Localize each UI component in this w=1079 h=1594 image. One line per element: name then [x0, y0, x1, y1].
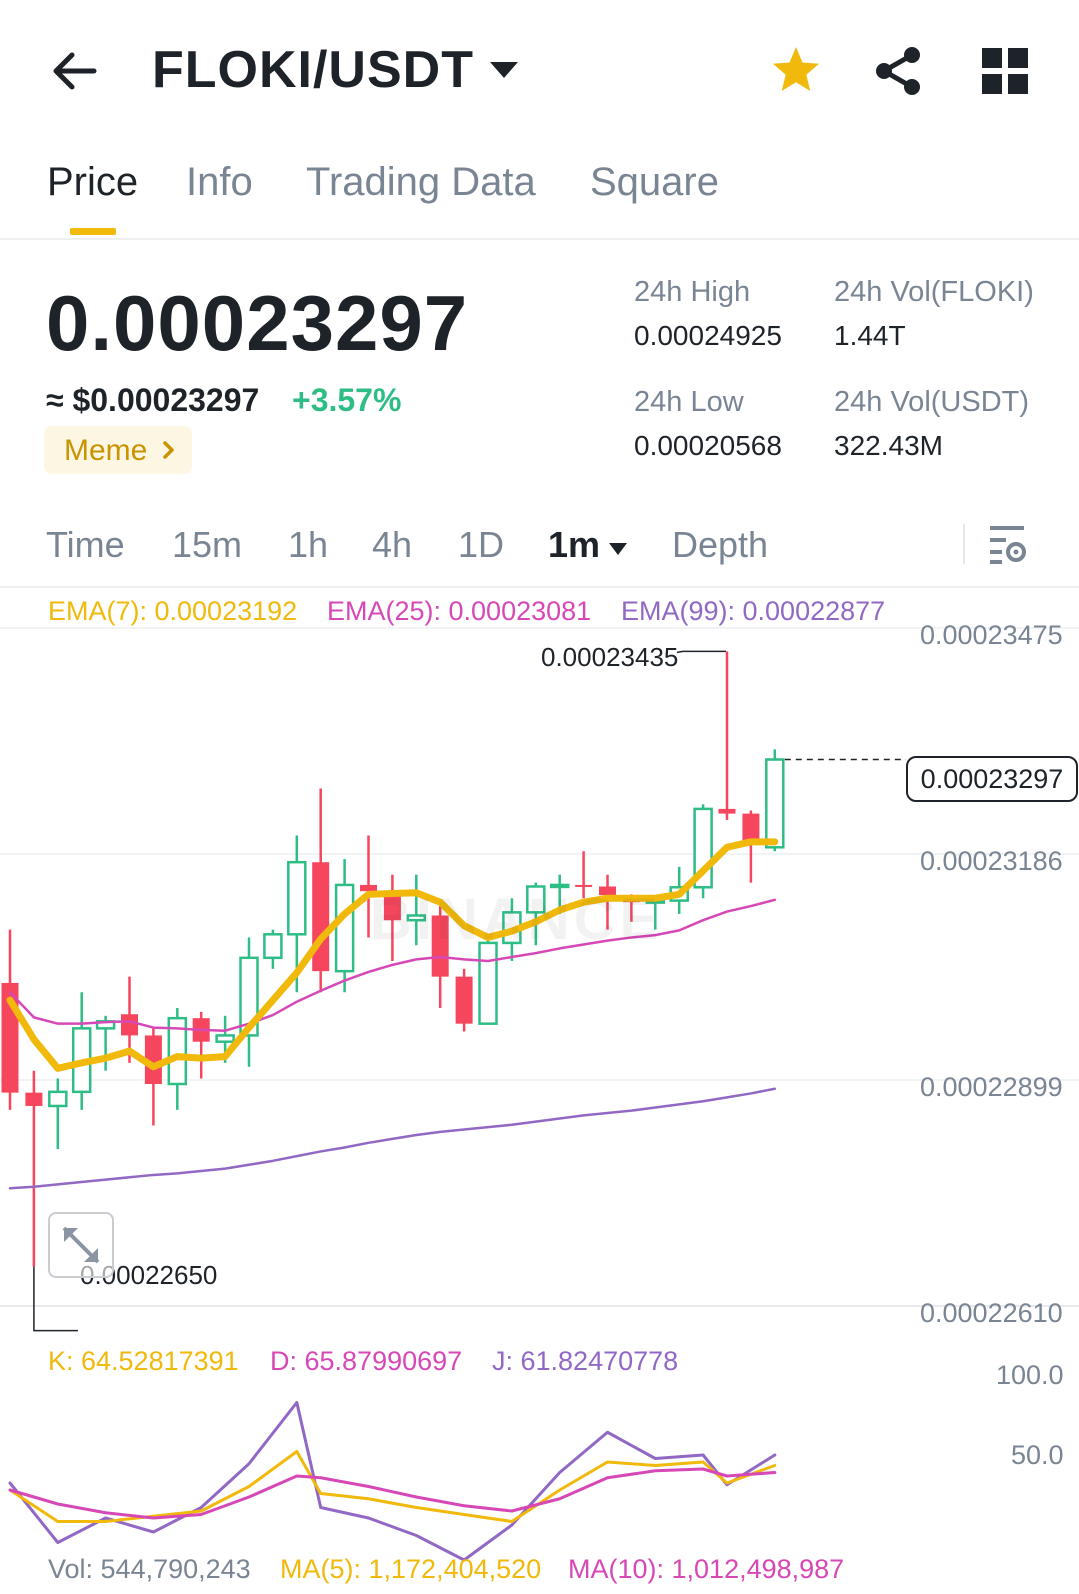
candle-body	[478, 941, 498, 1025]
candle-body	[334, 883, 355, 973]
interval-1m[interactable]: 1m	[548, 524, 600, 566]
vol-ma10-legend: MA(10): 1,012,498,987	[568, 1554, 845, 1584]
low-label: 24h Low	[634, 386, 744, 418]
y-tick-label: 0.00023186	[920, 846, 1063, 876]
candle-body	[263, 933, 283, 960]
divider	[963, 524, 965, 564]
kdj-j-legend: J: 61.82470778	[492, 1346, 679, 1376]
candle-body	[312, 862, 330, 972]
low-value: 0.00020568	[634, 430, 782, 461]
price-chart[interactable]: BINANCE EMA(7): 0.00023192 EMA(25): 0.00…	[0, 590, 1079, 1594]
tab-bar: Price Info Trading Data Square	[0, 150, 1079, 240]
candle-body	[718, 808, 736, 814]
kdj-k-line	[8, 1450, 777, 1523]
interval-4h[interactable]: 4h	[372, 524, 412, 566]
interval-1h[interactable]: 1h	[288, 524, 328, 566]
y-tick-label: 0.00023475	[920, 620, 1063, 650]
candle-body	[455, 976, 473, 1024]
tab-trading-data[interactable]: Trading Data	[306, 160, 536, 205]
ema7-legend: EMA(7): 0.00023192	[48, 596, 298, 626]
tab-square[interactable]: Square	[590, 160, 719, 205]
vol-base-label: 24h Vol(FLOKI)	[834, 276, 1034, 308]
vol-base-value: 1.44T	[834, 320, 906, 351]
caret-down-icon[interactable]	[608, 542, 628, 556]
interval-1d[interactable]: 1D	[458, 524, 504, 566]
kdj-d-legend: D: 65.87990697	[270, 1346, 463, 1376]
grid-icon[interactable]	[982, 48, 1028, 94]
price-change: +3.57%	[292, 382, 402, 418]
tab-price[interactable]: Price	[47, 160, 138, 205]
kdj-tick-label: 50.0	[1011, 1440, 1064, 1470]
vol-legend: Vol: 544,790,243	[48, 1554, 251, 1584]
interval-depth[interactable]: Depth	[672, 524, 768, 566]
kdj-j-line	[8, 1401, 777, 1562]
chart-watermark: BINANCE	[370, 887, 663, 952]
fullscreen-button[interactable]	[48, 1212, 114, 1278]
max-price-annotation: 0.00023435	[541, 642, 679, 672]
top-bar: FLOKI/USDT	[0, 0, 1079, 140]
expand-icon	[62, 1226, 100, 1264]
candle-body	[287, 860, 307, 936]
kdj-k-legend: K: 64.52817391	[48, 1346, 239, 1376]
tab-info[interactable]: Info	[186, 160, 253, 205]
fiat-price: ≈ $0.00023297	[46, 382, 260, 418]
candle-body	[765, 758, 785, 849]
star-icon[interactable]	[770, 44, 822, 96]
candle-body	[48, 1090, 68, 1108]
high-label: 24h High	[634, 276, 751, 308]
category-tag-label: Meme	[64, 434, 148, 467]
chevron-right-icon	[163, 441, 174, 459]
ema99-legend: EMA(99): 0.00022877	[621, 596, 886, 626]
active-tab-indicator	[70, 228, 116, 235]
interval-15m[interactable]: 15m	[172, 524, 242, 566]
candle-body	[25, 1092, 43, 1106]
category-tag[interactable]: Meme	[44, 426, 192, 474]
high-value: 0.00024925	[634, 320, 782, 351]
kdj-tick-label: 100.0	[996, 1360, 1064, 1390]
pair-title[interactable]: FLOKI/USDT	[152, 40, 474, 100]
candle-body	[215, 1034, 235, 1043]
share-icon[interactable]	[874, 46, 922, 96]
caret-down-icon[interactable]	[488, 58, 520, 82]
kdj-d-line	[8, 1467, 777, 1520]
max-annotation-line	[676, 650, 726, 654]
y-tick-label: 0.00022610	[920, 1298, 1063, 1328]
vol-quote-label: 24h Vol(USDT)	[834, 386, 1030, 418]
chart-canvas[interactable]	[0, 590, 1079, 1594]
interval-bar: Time 15m 1h 4h 1D 1m Depth	[0, 510, 1079, 588]
ema25-legend: EMA(25): 0.00023081	[327, 596, 592, 626]
vol-quote-value: 322.43M	[834, 430, 943, 461]
last-price-marker[interactable]: 0.00023297	[906, 756, 1078, 802]
chart-settings-icon[interactable]	[988, 522, 1028, 566]
y-tick-label: 0.00022899	[920, 1072, 1063, 1102]
arrow-left-icon[interactable]	[48, 46, 100, 96]
last-price: 0.00023297	[46, 279, 469, 367]
interval-time[interactable]: Time	[46, 524, 125, 566]
ema99-line	[8, 1087, 777, 1190]
candle-body	[121, 1014, 138, 1036]
vol-ma5-legend: MA(5): 1,172,404,520	[280, 1554, 542, 1584]
